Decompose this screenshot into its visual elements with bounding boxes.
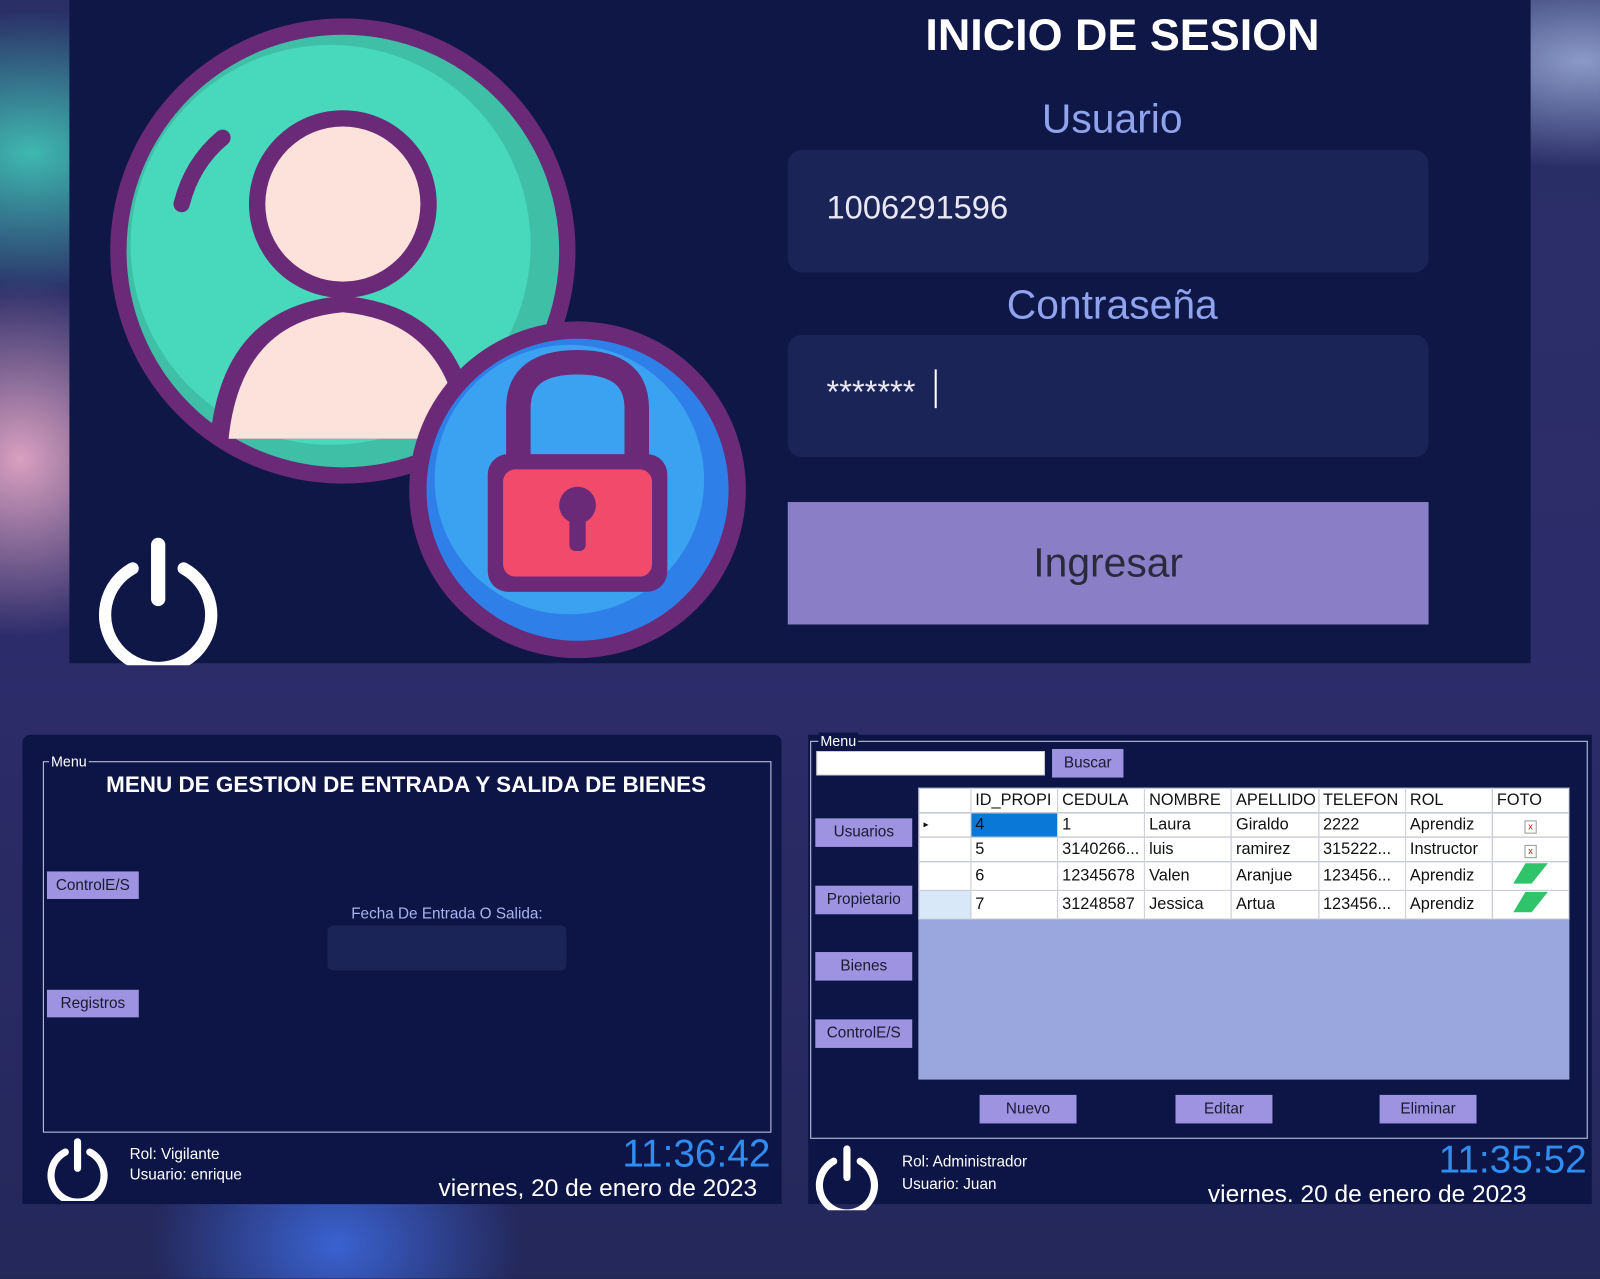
propietario-button[interactable]: Propietario	[815, 885, 913, 915]
search-input[interactable]	[816, 751, 1045, 776]
menu-legend: Menu	[818, 732, 859, 749]
row-header[interactable]	[918, 861, 972, 891]
table-cell[interactable]: Aprendiz	[1404, 812, 1493, 838]
table-row[interactable]: 5 3140266... luis ramirez 315222... Instructo…	[918, 836, 1570, 863]
password-label: Contraseña	[1006, 282, 1218, 328]
table-row[interactable]: 7 31248587 Jessica Artua 123456... Aprendiz	[918, 889, 1570, 920]
table-row[interactable]: ▸ 4 1 Laura Giraldo 2222 Aprendiz x	[918, 812, 1570, 838]
column-header[interactable]: TELEFON	[1317, 787, 1406, 814]
clock: 11:36:42	[622, 1132, 771, 1176]
date-text: viernes. 20 de enero de 2023	[1207, 1180, 1527, 1209]
row-header[interactable]	[918, 889, 972, 920]
table-cell[interactable]: 123456...	[1317, 861, 1406, 891]
green-logo-icon[interactable]	[1491, 861, 1570, 891]
table-cell[interactable]: 315222...	[1317, 836, 1406, 863]
column-header[interactable]: CEDULA	[1057, 787, 1146, 814]
table-cell[interactable]: Valen	[1143, 861, 1232, 891]
broken-image-icon[interactable]: x	[1491, 812, 1570, 838]
table-cell[interactable]: Laura	[1143, 812, 1232, 838]
date-text: viernes, 20 de enero de 2023	[438, 1174, 758, 1203]
data-grid[interactable]: ID_PROPI CEDULA NOMBRE APELLIDO TELEFON ROL FO…	[918, 787, 1570, 1080]
table-cell[interactable]: 2222	[1317, 812, 1406, 838]
password-input[interactable]: *******	[787, 334, 1429, 458]
grid-header: ID_PROPI CEDULA NOMBRE APELLIDO TELEFON ROL FO…	[918, 787, 1570, 814]
usuarios-button[interactable]: Usuarios	[815, 818, 913, 847]
nuevo-button[interactable]: Nuevo	[979, 1094, 1077, 1124]
column-header[interactable]: NOMBRE	[1143, 787, 1232, 814]
column-header[interactable]: ID_PROPI	[970, 787, 1059, 814]
menu-legend: Menu	[48, 753, 89, 770]
row-header-corner	[918, 787, 972, 814]
table-cell[interactable]: 6	[970, 861, 1059, 891]
login-title: INICIO DE SESION	[925, 10, 1320, 61]
table-cell[interactable]: ramirez	[1230, 836, 1319, 863]
control-es-button[interactable]: ControlE/S	[46, 871, 139, 899]
table-cell[interactable]: luis	[1143, 836, 1232, 863]
column-header[interactable]: APELLIDO	[1230, 787, 1319, 814]
row-header[interactable]: ▸	[918, 812, 972, 838]
power-icon[interactable]	[45, 1136, 110, 1202]
broken-image-icon[interactable]: x	[1491, 836, 1570, 863]
table-cell[interactable]: Artua	[1230, 889, 1319, 920]
table-cell[interactable]: 12345678	[1057, 861, 1146, 891]
user-text: Usuario: enrique	[129, 1166, 242, 1184]
user-label: Usuario	[1041, 96, 1183, 142]
eliminar-button[interactable]: Eliminar	[1379, 1094, 1477, 1124]
table-cell[interactable]: 31248587	[1057, 889, 1146, 920]
user-text: Usuario: Juan	[902, 1175, 997, 1193]
password-value: *******	[826, 373, 916, 411]
column-header[interactable]: FOTO	[1491, 787, 1570, 814]
power-icon[interactable]	[813, 1143, 880, 1211]
table-cell[interactable]: 3140266...	[1057, 836, 1146, 863]
user-value: 1006291596	[826, 188, 1009, 226]
menu-heading: MENU DE GESTION DE ENTRADA Y SALIDA DE B…	[106, 771, 707, 797]
search-button[interactable]: Buscar	[1052, 748, 1124, 778]
control-es-button[interactable]: ControlE/S	[815, 1019, 913, 1048]
table-cell[interactable]: Aprendiz	[1404, 861, 1493, 891]
table-cell[interactable]: 1	[1057, 812, 1146, 838]
editar-button[interactable]: Editar	[1175, 1094, 1273, 1124]
clock: 11:35:52	[1438, 1138, 1587, 1182]
role-text: Rol: Administrador	[902, 1153, 1028, 1171]
table-cell[interactable]: Aranjue	[1230, 861, 1319, 891]
table-cell[interactable]: 7	[970, 889, 1059, 920]
column-header[interactable]: ROL	[1404, 787, 1493, 814]
table-cell[interactable]: 4	[970, 812, 1059, 838]
table-cell[interactable]: Aprendiz	[1404, 889, 1493, 920]
registros-button[interactable]: Registros	[46, 989, 139, 1018]
green-logo-icon[interactable]	[1491, 889, 1570, 920]
date-picker[interactable]	[327, 925, 567, 971]
table-cell[interactable]: Jessica	[1143, 889, 1232, 920]
table-cell[interactable]: Instructor	[1404, 836, 1493, 863]
role-text: Rol: Vigilante	[129, 1145, 220, 1164]
login-button[interactable]: Ingresar	[787, 502, 1429, 625]
table-cell[interactable]: 123456...	[1317, 889, 1406, 920]
bienes-button[interactable]: Bienes	[815, 952, 913, 981]
table-row[interactable]: 6 12345678 Valen Aranjue 123456... Aprendiz	[918, 861, 1570, 891]
user-input[interactable]: 1006291596	[787, 149, 1429, 273]
table-cell[interactable]: Giraldo	[1230, 812, 1319, 838]
row-header[interactable]	[918, 836, 972, 863]
power-icon[interactable]	[92, 533, 225, 666]
table-cell[interactable]: 5	[970, 836, 1059, 863]
date-label: Fecha De Entrada O Salida:	[351, 905, 543, 923]
